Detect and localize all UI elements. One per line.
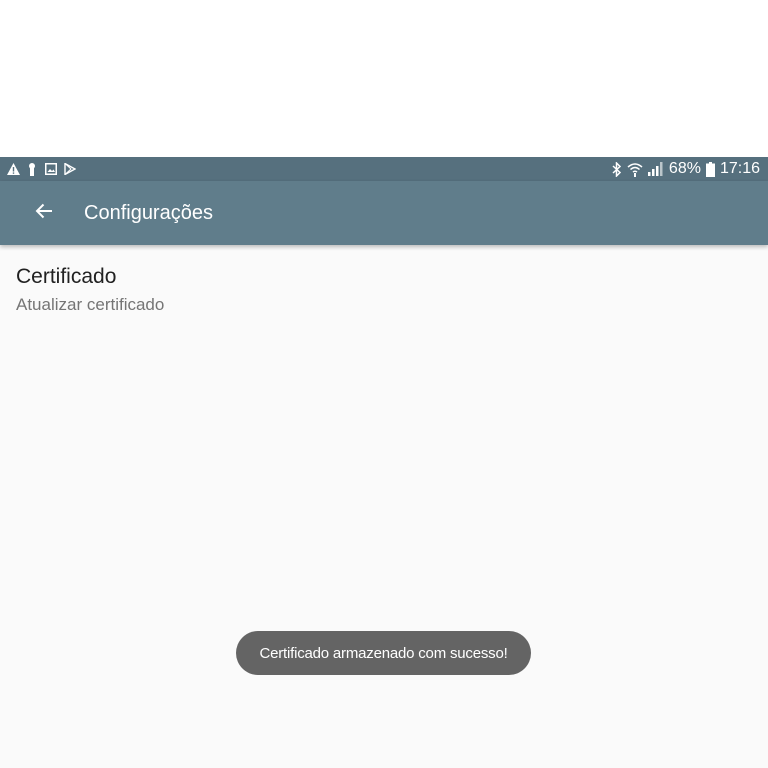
top-blank-area xyxy=(0,0,768,157)
battery-icon xyxy=(705,161,715,177)
toast-message: Certificado armazenado com sucesso! xyxy=(236,631,531,675)
status-bar: 68% 17:16 xyxy=(0,157,768,181)
warning-icon xyxy=(6,162,20,176)
settings-list: Certificado Atualizar certificado xyxy=(0,245,768,768)
preference-title: Certificado xyxy=(16,265,117,288)
preference-item-certificate[interactable]: Certificado Atualizar certificado xyxy=(0,245,768,329)
battery-percent: 68% xyxy=(668,160,701,177)
usb-key-icon xyxy=(25,162,39,176)
system-status-icons: 68% 17:16 xyxy=(612,157,760,181)
notification-icons xyxy=(6,157,77,181)
back-button[interactable] xyxy=(24,195,64,231)
wifi-icon xyxy=(627,162,643,177)
page-title: Configurações xyxy=(84,202,213,224)
signal-icon xyxy=(647,162,664,176)
app-bar: Configurações xyxy=(0,181,768,245)
image-icon xyxy=(44,162,58,176)
bluetooth-icon xyxy=(612,161,622,177)
arrow-back-icon xyxy=(35,202,53,225)
clock: 17:16 xyxy=(719,160,760,177)
preference-summary: Atualizar certificado xyxy=(16,295,165,314)
play-store-icon xyxy=(63,162,77,176)
